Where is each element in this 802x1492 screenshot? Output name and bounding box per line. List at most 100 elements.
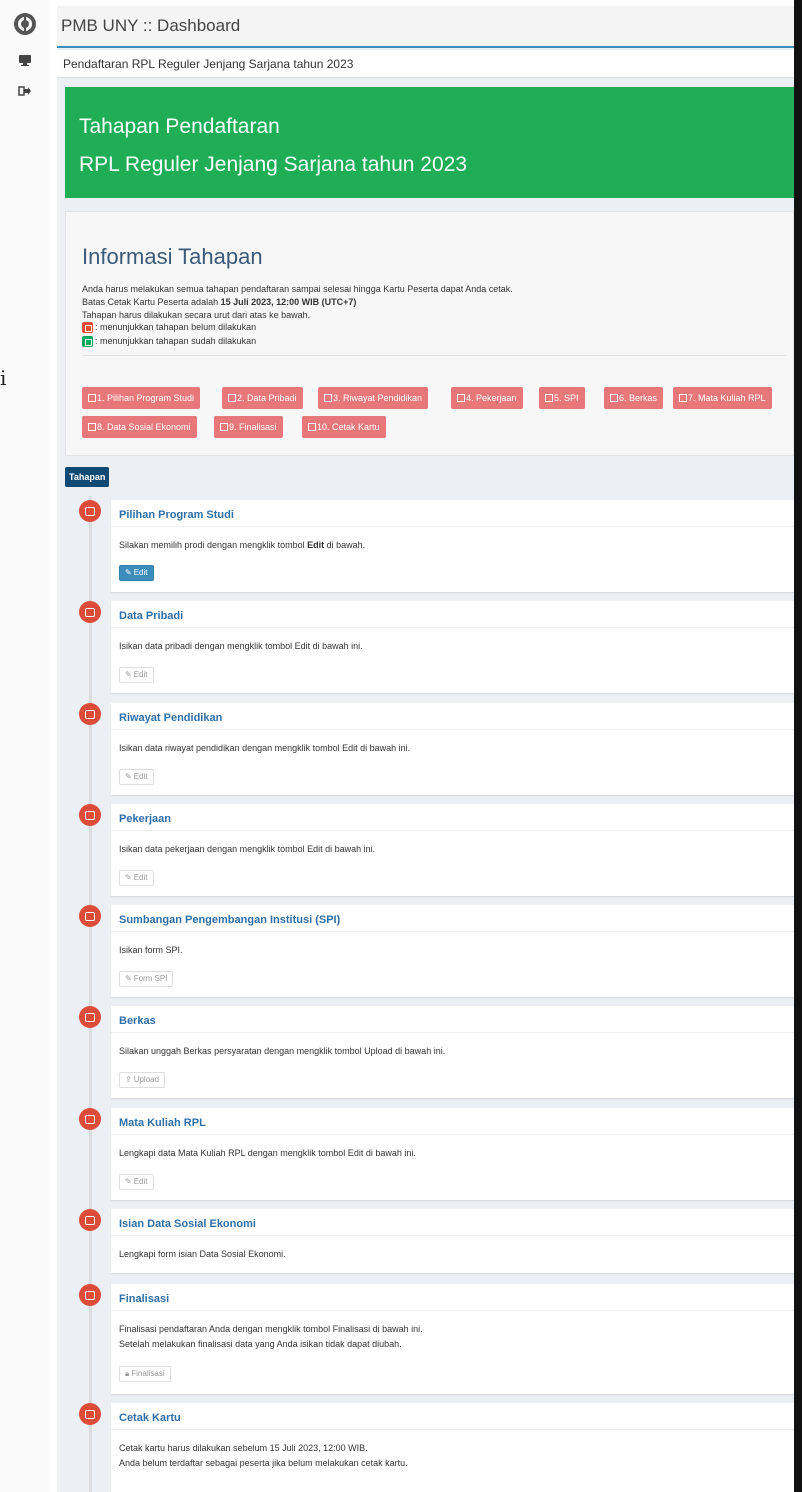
hero-subtitle: RPL Reguler Jenjang Sarjana tahun 2023 — [79, 153, 467, 176]
pending-square-icon — [79, 500, 101, 522]
divider — [82, 355, 787, 356]
square-icon — [228, 394, 236, 402]
button-label: Edit — [133, 772, 148, 781]
divider — [111, 1134, 794, 1135]
step-body: Finalisasi pendaftaran Anda dengan mengk… — [119, 1322, 423, 1352]
edit-button[interactable]: ✎ Edit — [119, 1174, 154, 1190]
form-spi-button[interactable]: ✎ Form SPI — [119, 971, 174, 987]
step-body: Lengkapi data Mata Kuliah RPL dengan men… — [119, 1148, 416, 1158]
divider — [111, 627, 794, 628]
step-card: Riwayat Pendidikan Isikan data riwayat p… — [111, 703, 794, 795]
pill-4[interactable]: 4. Pekerjaan — [451, 387, 523, 409]
divider — [111, 1429, 794, 1430]
step-body-line: Cetak kartu harus dilakukan sebelum 15 J… — [119, 1443, 368, 1453]
divider — [111, 1235, 794, 1236]
step-body-text: di bawah. — [324, 540, 366, 550]
deadline-label: Batas Cetak Kartu Peserta adalah — [82, 297, 221, 307]
pill-2[interactable]: 2. Data Pribadi — [222, 387, 303, 409]
square-icon — [679, 394, 687, 402]
step-body-line: Setelah melakukan finalisasi data yang A… — [119, 1339, 402, 1349]
step-body: Isikan data pekerjaan dengan mengklik to… — [119, 844, 376, 854]
step-body-line: Anda belum terdaftar sebagai peserta jik… — [119, 1458, 408, 1468]
step-title[interactable]: Pilihan Program Studi — [119, 509, 234, 521]
pill-label: 10. Cetak Kartu — [317, 422, 380, 432]
step-body-line: Finalisasi pendaftaran Anda dengan mengk… — [119, 1324, 423, 1334]
edit-button[interactable]: ✎ Edit — [119, 769, 154, 785]
step-title[interactable]: Pekerjaan — [119, 813, 171, 825]
pencil-icon: ✎ — [125, 1177, 132, 1186]
square-icon — [324, 394, 332, 402]
divider — [111, 931, 794, 932]
pill-label: 3. Riwayat Pendidikan — [333, 393, 423, 403]
logo-icon[interactable] — [13, 12, 37, 36]
pending-square-icon — [79, 905, 101, 927]
legend-pending-label: : menunjukkan tahapan belum dilakukan — [95, 322, 257, 332]
button-label: Edit — [133, 1177, 148, 1186]
step-title[interactable]: Cetak Kartu — [119, 1412, 181, 1424]
pill-3[interactable]: 3. Riwayat Pendidikan — [318, 387, 429, 409]
timeline-line — [89, 496, 92, 1492]
step-card: Pilihan Program Studi Silakan memilih pr… — [111, 500, 794, 592]
pill-label: 6. Berkas — [619, 393, 658, 403]
edit-button[interactable]: ✎ Edit — [119, 667, 154, 683]
button-label: Edit — [133, 873, 148, 882]
check-square-icon — [82, 336, 93, 348]
step-title[interactable]: Isian Data Sosial Ekonomi — [119, 1218, 256, 1230]
step-body: Lengkapi form isian Data Sosial Ekonomi. — [119, 1249, 286, 1259]
finalisasi-button[interactable]: 🔒︎ Finalisasi — [119, 1366, 171, 1382]
square-icon — [308, 423, 316, 431]
step-body: Silakan unggah Berkas persyaratan dengan… — [119, 1046, 446, 1056]
step-title[interactable]: Data Pribadi — [119, 610, 183, 622]
pencil-icon: ✎ — [125, 873, 132, 882]
edit-button[interactable]: ✎ Edit — [119, 565, 154, 581]
pill-1[interactable]: 1. Pilihan Program Studi — [82, 387, 201, 409]
pending-square-icon — [79, 1403, 101, 1425]
pill-8[interactable]: 8. Data Sosial Ekonomi — [82, 416, 197, 438]
breadcrumb-bar: Pendaftaran RPL Reguler Jenjang Sarjana … — [57, 50, 794, 78]
step-title[interactable]: Mata Kuliah RPL — [119, 1117, 206, 1129]
pending-square-icon — [79, 1108, 101, 1130]
pill-6[interactable]: 6. Berkas — [604, 387, 664, 409]
step-card: Pekerjaan Isikan data pekerjaan dengan m… — [111, 804, 794, 896]
button-label: Finalisasi — [131, 1369, 165, 1378]
step-title[interactable]: Sumbangan Pengembangan Institusi (SPI) — [119, 914, 340, 926]
upload-button[interactable]: ⇪ Upload — [119, 1072, 166, 1088]
step-body: Isikan data riwayat pendidikan dengan me… — [119, 743, 411, 753]
top-navbar: PMB UNY :: Dashboard — [57, 6, 794, 48]
edit-button[interactable]: ✎ Edit — [119, 870, 154, 886]
step-title[interactable]: Finalisasi — [119, 1293, 169, 1305]
divider — [111, 1032, 794, 1033]
divider — [111, 1310, 794, 1311]
step-title[interactable]: Riwayat Pendidikan — [119, 712, 222, 724]
step-card: Finalisasi Finalisasi pendaftaran Anda d… — [111, 1284, 794, 1394]
pill-label: 5. SPI — [554, 393, 579, 403]
square-icon — [610, 394, 618, 402]
button-label: Form SPI — [133, 974, 168, 983]
square-icon — [457, 394, 465, 402]
lock-icon: 🔒︎ — [125, 1369, 130, 1378]
button-label: Edit — [133, 568, 148, 577]
step-body-bold: Edit — [307, 540, 325, 550]
info-line-2: Batas Cetak Kartu Peserta adalah 15 Juli… — [82, 297, 356, 307]
button-label: Upload — [133, 1075, 160, 1084]
step-card: Mata Kuliah RPL Lengkapi data Mata Kulia… — [111, 1108, 794, 1200]
pill-7[interactable]: 7. Mata Kuliah RPL — [673, 387, 772, 409]
pill-label: 2. Data Pribadi — [237, 393, 297, 403]
pill-5[interactable]: 5. SPI — [539, 387, 585, 409]
page-subtitle: Pendaftaran RPL Reguler Jenjang Sarjana … — [63, 57, 354, 71]
deadline-value: 15 Juli 2023, 12:00 WIB (UTC+7) — [220, 297, 357, 307]
pending-square-icon — [79, 1209, 101, 1231]
step-body: Cetak kartu harus dilakukan sebelum 15 J… — [119, 1441, 408, 1471]
step-card: Cetak Kartu Cetak kartu harus dilakukan … — [111, 1403, 794, 1492]
pill-10[interactable]: 10. Cetak Kartu — [302, 416, 386, 438]
legend-pending: : menunjukkan tahapan belum dilakukan — [82, 322, 257, 334]
pill-9[interactable]: 9. Finalisasi — [214, 416, 283, 438]
square-icon — [88, 394, 96, 402]
desktop-icon[interactable] — [18, 53, 32, 67]
pill-label: 9. Finalisasi — [229, 422, 277, 432]
sign-out-icon[interactable] — [18, 84, 32, 98]
divider — [111, 526, 794, 527]
pending-square-icon — [79, 1006, 101, 1028]
hero-banner: Tahapan Pendaftaran RPL Reguler Jenjang … — [65, 87, 794, 198]
step-title[interactable]: Berkas — [119, 1015, 156, 1027]
